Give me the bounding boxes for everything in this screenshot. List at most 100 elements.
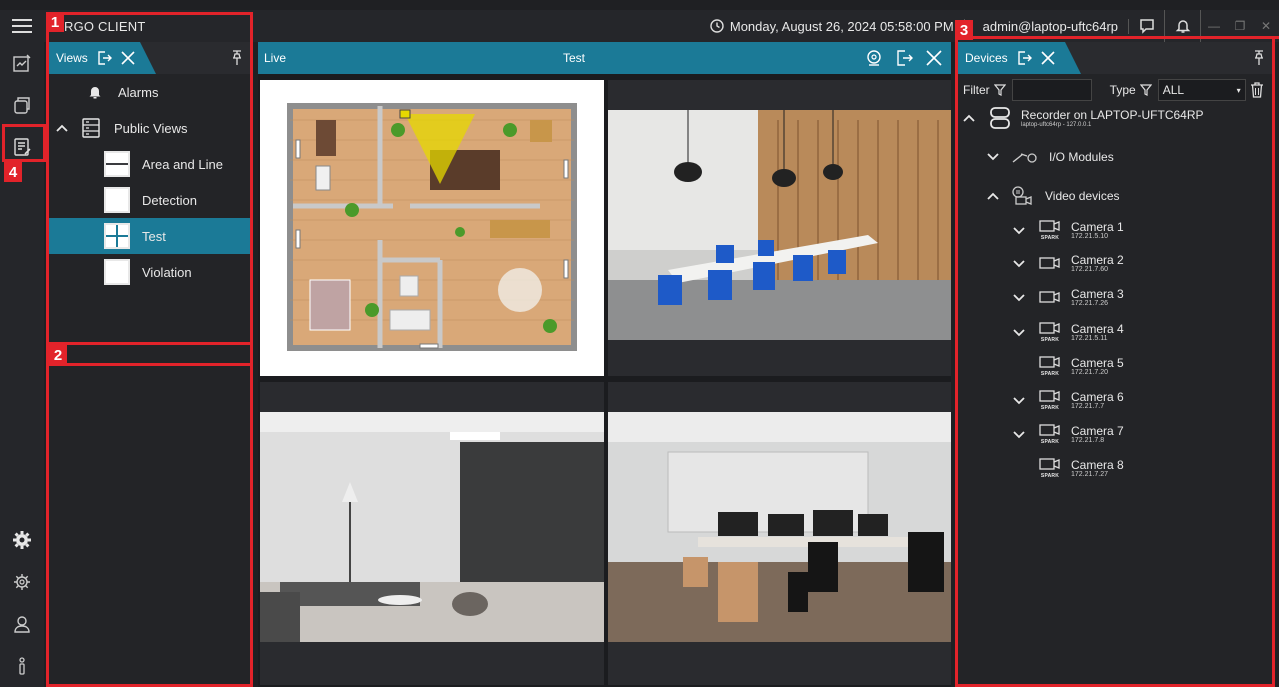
camera-item-3[interactable]: Camera 3 172.21.7.26 — [1013, 288, 1124, 308]
devices-tab-label: Devices — [965, 51, 1008, 65]
view-item-area-and-line[interactable]: Area and Line — [48, 146, 252, 182]
spark-label: SPARK — [1040, 473, 1060, 479]
view-item-alarms[interactable]: Alarms — [48, 74, 252, 110]
camera-icon — [1039, 458, 1060, 470]
camera-item-7[interactable]: SPARK Camera 7 172.21.7.8 — [1013, 424, 1124, 445]
pin-icon[interactable] — [1252, 50, 1266, 66]
view-item-label: Area and Line — [142, 156, 223, 172]
camera-ip: 172.21.7.8 — [1071, 436, 1105, 444]
chevron-up-icon[interactable] — [987, 191, 999, 201]
camera-tile-meeting-room[interactable] — [608, 80, 951, 376]
live-tab-label[interactable]: Live — [264, 51, 286, 65]
view-group-public-views[interactable]: Public Views — [48, 110, 252, 146]
devices-panel: Devices Filter Type ALL ▾ Recorder on LA… — [957, 42, 1274, 687]
chevron-down-icon[interactable] — [1013, 259, 1025, 269]
clock-icon — [710, 19, 724, 33]
user-name[interactable]: admin@laptop-uftc64rp — [973, 18, 1129, 34]
pin-icon[interactable] — [230, 50, 244, 66]
live-view-area: Live Test — [258, 42, 951, 687]
camera-tile-floorplan[interactable] — [260, 80, 604, 376]
ptz-icon[interactable] — [865, 49, 883, 67]
camera-ip: 172.21.5.10 — [1071, 232, 1108, 240]
camera-item-4[interactable]: SPARK Camera 4 172.21.5.11 — [1013, 322, 1124, 343]
detach-icon[interactable] — [96, 50, 112, 66]
camera-item-6[interactable]: SPARK Camera 6 172.21.7.7 — [1013, 390, 1124, 411]
view-item-detection[interactable]: Detection — [48, 182, 252, 218]
advanced-settings-icon[interactable] — [0, 561, 44, 603]
spark-label: SPARK — [1040, 371, 1060, 377]
recorder-name: Recorder on LAPTOP-UFTC64RP — [1021, 108, 1204, 122]
chevron-down-icon[interactable] — [1013, 293, 1025, 303]
floor-plan-image — [287, 103, 577, 351]
app-window: RGO CLIENT Monday, August 26, 2024 05:58… — [0, 0, 1279, 687]
camera-name: Camera 2 — [1071, 253, 1124, 267]
video-devices-icon — [1012, 186, 1032, 205]
chevron-down-icon[interactable] — [1013, 226, 1025, 236]
windows-icon[interactable] — [0, 84, 44, 126]
view-name: Test — [563, 51, 586, 65]
callout-badge-2: 2 — [49, 345, 67, 365]
camera-name: Camera 4 — [1071, 321, 1124, 336]
camera-ip: 172.21.7.7 — [1071, 402, 1105, 410]
camera-tile-lounge[interactable] — [260, 382, 604, 685]
io-modules-node[interactable]: I/O Modules — [987, 150, 1114, 164]
type-select[interactable]: ALL ▾ — [1157, 79, 1246, 101]
view-item-violation[interactable]: Violation — [48, 254, 252, 290]
view-item-test[interactable]: Test — [48, 218, 252, 254]
callout-badge-1: 1 — [46, 12, 64, 32]
devices-tab[interactable]: Devices — [957, 42, 1081, 74]
chevron-down-icon[interactable] — [1013, 430, 1025, 440]
callout-badge-4: 4 — [4, 162, 22, 182]
view-item-label: Violation — [142, 264, 192, 280]
camera-name: Camera 7 — [1071, 423, 1124, 438]
camera-name: Camera 3 — [1071, 287, 1124, 301]
camera-icon — [1039, 424, 1060, 436]
camera-item-8[interactable]: SPARK Camera 8 172.21.7.27 — [1039, 458, 1124, 479]
hamburger-menu-icon[interactable] — [0, 10, 44, 42]
filter-icon[interactable] — [1139, 84, 1152, 96]
views-panel: Views Alarms Public Views Area and Line — [48, 42, 252, 687]
datetime-text: Monday, August 26, 2024 05:58:00 PM — [729, 18, 954, 34]
user-icon[interactable] — [0, 603, 44, 645]
datetime-display: Monday, August 26, 2024 05:58:00 PM — [710, 18, 965, 34]
io-modules-label: I/O Modules — [1049, 150, 1114, 164]
camera-ip: 172.21.7.60 — [1071, 266, 1108, 273]
chevron-up-icon[interactable] — [56, 123, 68, 133]
views-tab-label: Views — [56, 51, 88, 65]
trash-icon[interactable] — [1250, 82, 1264, 98]
camera-item-5[interactable]: SPARK Camera 5 172.21.7.20 — [1039, 356, 1124, 377]
video-devices-node[interactable]: Video devices — [987, 186, 1120, 206]
info-icon[interactable] — [0, 645, 44, 687]
meeting-room-image — [608, 110, 951, 340]
camera-icon — [1039, 220, 1060, 232]
close-icon[interactable] — [1040, 50, 1056, 66]
views-tab[interactable]: Views — [48, 42, 156, 74]
chevron-down-icon[interactable] — [1013, 396, 1025, 406]
camera-ip: 172.21.7.26 — [1071, 300, 1108, 307]
close-icon[interactable] — [925, 49, 943, 67]
view-item-label: Detection — [142, 192, 197, 208]
app-title: RGO CLIENT — [64, 18, 146, 34]
camera-item-2[interactable]: Camera 2 172.21.7.60 — [1013, 254, 1124, 274]
filter-icon[interactable] — [993, 84, 1006, 96]
detach-icon[interactable] — [1016, 50, 1032, 66]
camera-icon — [1039, 322, 1060, 334]
camera-ip: 172.21.7.27 — [1071, 470, 1108, 478]
view-item-label: Alarms — [118, 84, 159, 100]
chevron-down-icon[interactable] — [1013, 328, 1025, 338]
video-devices-label: Video devices — [1045, 189, 1120, 203]
spark-label: SPARK — [1040, 439, 1060, 445]
detach-icon[interactable] — [895, 49, 913, 67]
chevron-down-icon[interactable] — [987, 152, 999, 162]
camera-item-1[interactable]: SPARK Camera 1 172.21.5.10 — [1013, 220, 1124, 241]
dashboard-icon[interactable] — [0, 42, 44, 84]
left-rail — [0, 42, 44, 687]
close-icon[interactable] — [120, 50, 136, 66]
camera-tile-office[interactable] — [608, 382, 951, 685]
chevron-down-icon: ▾ — [1236, 85, 1241, 95]
filter-input[interactable] — [1011, 79, 1092, 101]
settings-icon[interactable] — [0, 519, 44, 561]
recorder-node[interactable]: Recorder on LAPTOP-UFTC64RP laptop-uftc6… — [963, 106, 1204, 130]
office-image — [608, 412, 951, 642]
chevron-up-icon[interactable] — [963, 113, 975, 123]
